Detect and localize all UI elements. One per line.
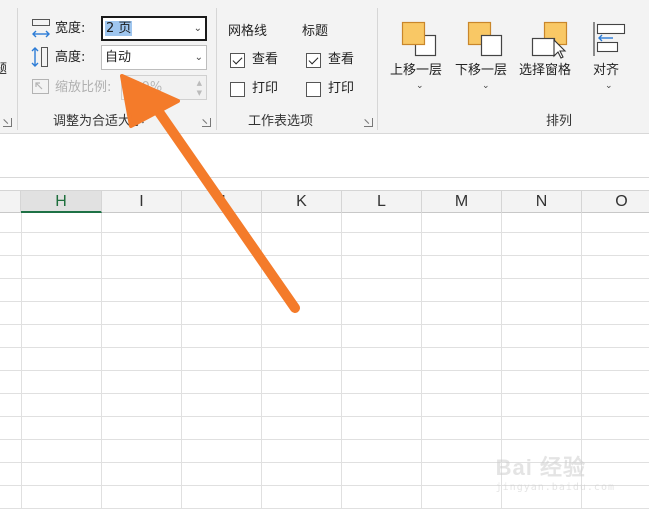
group-separator: [17, 8, 18, 130]
column-header-n[interactable]: N: [502, 191, 582, 213]
column-header-row: H I J K L M N O: [0, 190, 649, 213]
column-gridline: [341, 213, 342, 509]
row-gridline: [0, 416, 649, 417]
selection-pane-button[interactable]: 选择窗格: [518, 14, 584, 96]
arrange-title: 排列: [546, 114, 573, 129]
column-gridline: [21, 213, 22, 509]
gridlines-view-label: 查看: [252, 52, 279, 67]
column-header-m[interactable]: M: [422, 191, 502, 213]
scale-icon: [31, 78, 51, 100]
align-label: 对齐: [593, 63, 620, 78]
align-icon: [591, 20, 627, 64]
row-gridline: [0, 278, 649, 279]
row-gridline: [0, 347, 649, 348]
column-header-l[interactable]: L: [342, 191, 422, 213]
gridlines-print-checkbox[interactable]: [230, 82, 245, 97]
width-value: 2 页: [105, 21, 133, 36]
row-gridline: [0, 232, 649, 233]
gridlines-title: 网格线: [228, 24, 268, 39]
height-icon: [31, 46, 51, 72]
headings-print-checkbox[interactable]: [306, 82, 321, 97]
ribbon: 题 宽度: 2 页 ⌄ 高度: 自动 ⌄ 缩放比例: 100% ▲ ▼ 调整为合…: [0, 0, 649, 134]
height-value: 自动: [105, 50, 132, 65]
row-gridline: [0, 393, 649, 394]
headings-view-label: 查看: [328, 52, 355, 67]
row-gridline: [0, 324, 649, 325]
partial-label: 题: [0, 62, 8, 77]
row-gridline: [0, 370, 649, 371]
align-button[interactable]: 对齐 ⌄: [586, 14, 632, 96]
scale-spinner: 100% ▲ ▼: [121, 75, 207, 100]
column-gridline: [421, 213, 422, 509]
column-header-h[interactable]: H: [21, 191, 102, 213]
selection-pane-label: 选择窗格: [519, 63, 572, 78]
spin-up-icon: ▲: [196, 79, 202, 87]
chevron-down-icon[interactable]: ⌄: [416, 81, 424, 91]
chevron-down-icon[interactable]: ⌄: [195, 46, 203, 69]
height-label: 高度:: [55, 50, 86, 65]
scale-label: 缩放比例:: [55, 80, 112, 95]
send-backward-label: 下移一层: [455, 63, 508, 78]
bring-forward-icon: [400, 20, 440, 64]
group-separator: [216, 8, 217, 130]
bring-forward-label: 上移一层: [390, 63, 443, 78]
width-combobox[interactable]: 2 页 ⌄: [101, 16, 207, 41]
row-gridline: [0, 255, 649, 256]
row-gridline: [0, 301, 649, 302]
headings-title: 标题: [302, 24, 329, 39]
watermark-url: jingyan.baidu.com: [495, 482, 615, 493]
page-setup-launcher[interactable]: [3, 118, 12, 127]
gridlines-print-label: 打印: [252, 81, 279, 96]
watermark: Bai 经验 jingyan.baidu.com: [496, 450, 615, 493]
scale-value: 100%: [125, 80, 163, 95]
column-header-o[interactable]: O: [582, 191, 649, 213]
chevron-down-icon[interactable]: ⌄: [194, 18, 202, 39]
sheet-options-launcher[interactable]: [364, 118, 373, 127]
spin-down-icon: ▼: [196, 89, 202, 97]
column-header-i[interactable]: I: [102, 191, 182, 213]
watermark-text: Bai 经验: [495, 455, 586, 480]
send-backward-button[interactable]: 下移一层 ⌄: [454, 14, 520, 96]
width-icon: [31, 18, 51, 44]
selection-pane-icon: [530, 20, 572, 64]
column-gridline: [101, 213, 102, 509]
sheet-options-title: 工作表选项: [248, 114, 314, 129]
scale-to-fit-launcher[interactable]: [202, 118, 211, 127]
headings-view-checkbox[interactable]: [306, 53, 321, 68]
chevron-down-icon[interactable]: ⌄: [482, 81, 490, 91]
chevron-down-icon[interactable]: ⌄: [605, 81, 613, 91]
formula-bar-area: [0, 134, 649, 178]
bring-forward-button[interactable]: 上移一层 ⌄: [388, 14, 454, 96]
gridlines-view-checkbox[interactable]: [230, 53, 245, 68]
height-combobox[interactable]: 自动 ⌄: [101, 45, 207, 70]
send-backward-icon: [466, 20, 506, 64]
width-label: 宽度:: [55, 21, 86, 36]
column-gridline: [181, 213, 182, 509]
headings-print-label: 打印: [328, 81, 355, 96]
scale-to-fit-title: 调整为合适大小: [53, 114, 145, 129]
group-separator: [377, 8, 378, 130]
row-header-corner: [0, 191, 21, 213]
row-gridline: [0, 439, 649, 440]
column-header-j[interactable]: J: [182, 191, 262, 213]
column-gridline: [261, 213, 262, 509]
column-header-k[interactable]: K: [262, 191, 342, 213]
